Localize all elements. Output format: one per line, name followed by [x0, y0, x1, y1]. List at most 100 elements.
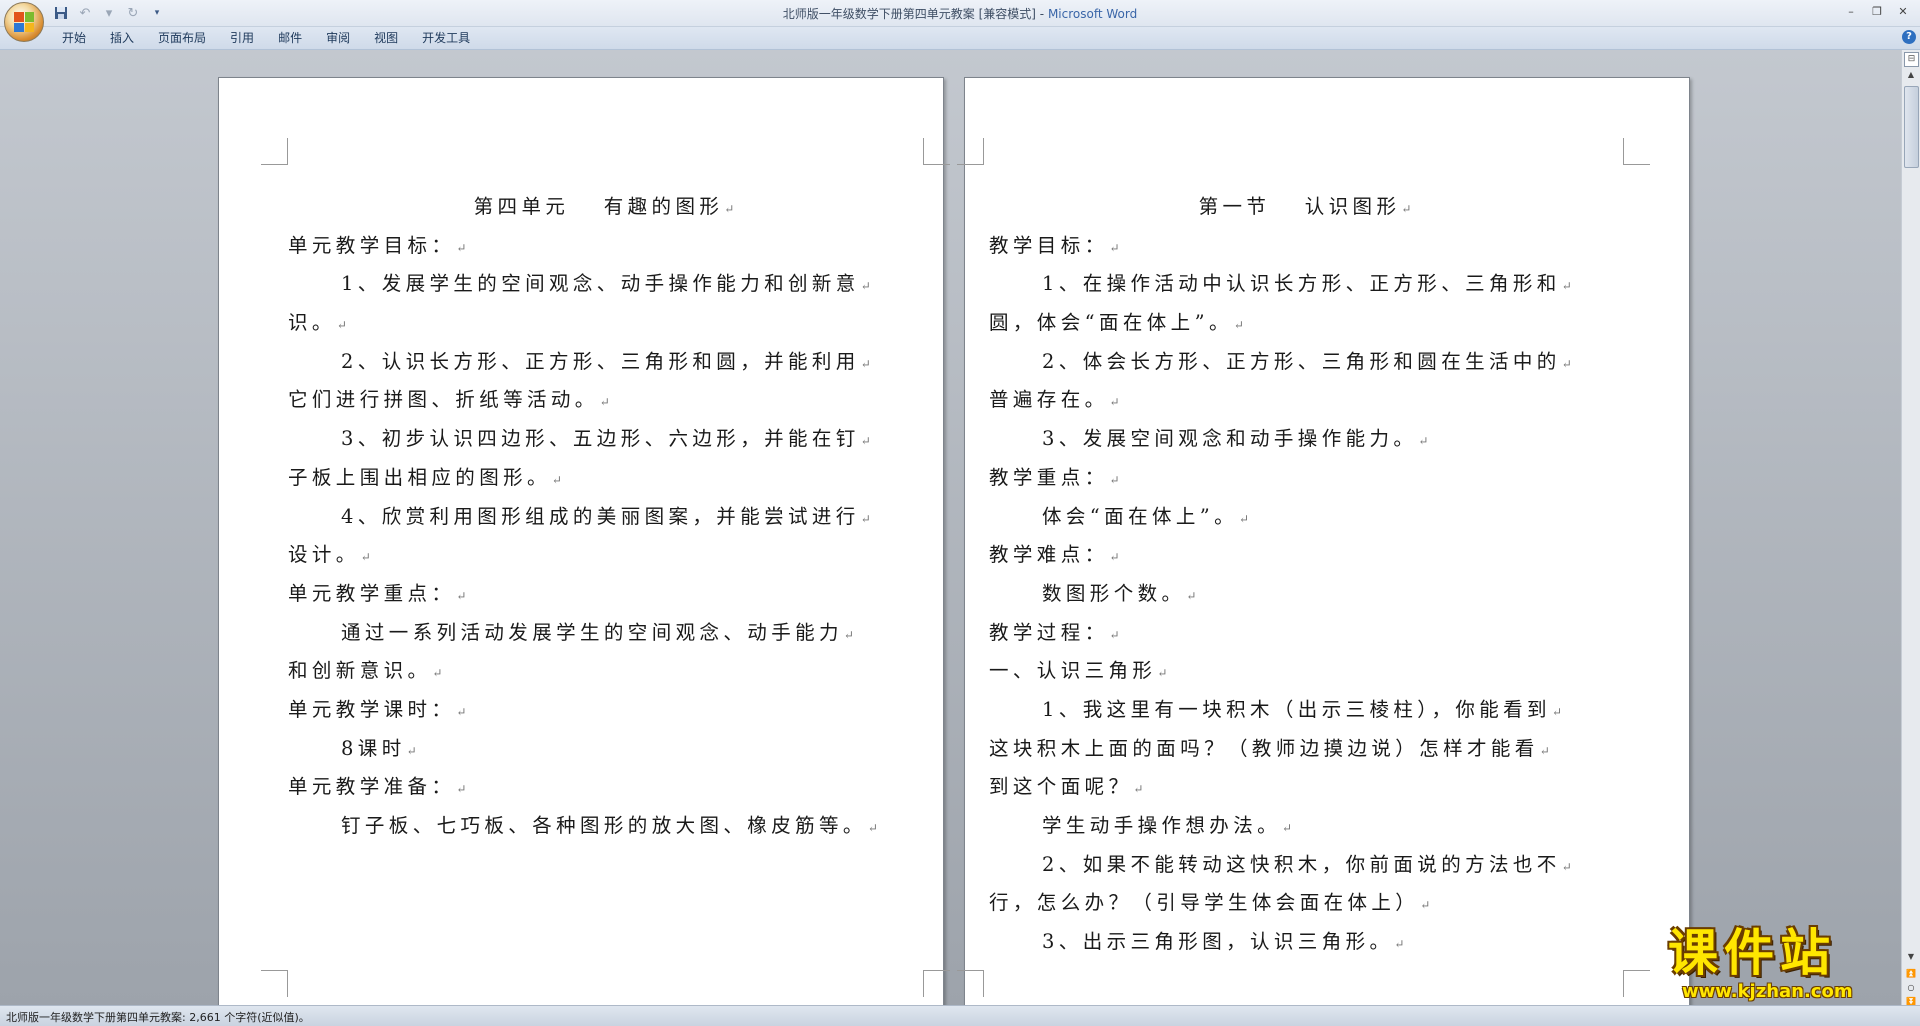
ribbon-tab[interactable]: 审阅 [314, 30, 362, 46]
paragraph-line[interactable]: 单元教学目标：↵ [288, 227, 920, 266]
ribbon-tab[interactable]: 开发工具 [410, 30, 482, 46]
line-text: 这块积木上面的面吗？（教师边摸边说）怎样才能看 [989, 736, 1539, 760]
paragraph-line[interactable]: 单元教学准备：↵ [288, 768, 920, 807]
paragraph-line[interactable]: 识。↵ [288, 304, 920, 343]
paragraph-mark-icon: ↵ [1109, 550, 1120, 565]
paragraph-line[interactable]: 第一节 认识图形↵ [989, 188, 1621, 227]
crop-mark [957, 970, 984, 997]
paragraph-line[interactable]: 单元教学课时：↵ [288, 691, 920, 730]
ribbon-tab[interactable]: 页面布局 [146, 30, 218, 46]
paragraph-line[interactable]: 它们进行拼图、折纸等活动。↵ [288, 381, 920, 420]
paragraph-line[interactable]: 一、认识三角形↵ [989, 652, 1621, 691]
ribbon-tabs: 开始 插入 页面布局 引用 邮件 审阅 视图 开发工具 ? [0, 27, 1920, 50]
page-right-text[interactable]: 第一节 认识图形↵ 教学目标：↵ 1、在操作活动中认识长方形、正方形、三角形和↵ 圆，… [989, 188, 1621, 962]
paragraph-mark-icon: ↵ [456, 704, 467, 719]
paragraph-mark-icon: ↵ [1418, 434, 1429, 449]
paragraph-mark-icon: ↵ [860, 356, 871, 371]
close-icon[interactable]: ✕ [1892, 2, 1914, 20]
paragraph-line[interactable]: 体会“面在体上”。↵ [989, 498, 1621, 537]
line-text: 钉子板、七巧板、各种图形的放大图、橡皮筋等。 [341, 814, 867, 837]
paragraph-line[interactable]: 4、欣赏利用图形组成的美丽图案，并能尝试进行↵ [288, 498, 920, 537]
paragraph-line[interactable]: 2、如果不能转动这快积木，你前面说的方法也不↵ [989, 846, 1621, 885]
paragraph-line[interactable]: 子板上围出相应的图形。↵ [288, 459, 920, 498]
ruler-toggle-icon[interactable]: ⊟ [1904, 52, 1919, 67]
paragraph-mark-icon: ↵ [860, 511, 871, 526]
line-text: 单元教学课时： [288, 697, 456, 721]
watermark-brand: 课件站 [1668, 924, 1836, 982]
paragraph-mark-icon: ↵ [1233, 318, 1244, 333]
ribbon-tab[interactable]: 开始 [50, 30, 98, 46]
paragraph-mark-icon: ↵ [1561, 279, 1572, 294]
document-area[interactable]: 第四单元 有趣的图形↵ 单元教学目标：↵ 1、发展学生的空间观念、动手操作能力和创新… [0, 50, 1902, 1005]
title-bar: ↶ ▾ ↻ ▾ 北师版一年级数学下册第四单元教案 [兼容模式] - Micros… [0, 0, 1920, 27]
paragraph-line[interactable]: 和创新意识。↵ [288, 652, 920, 691]
ribbon-tab[interactable]: 邮件 [266, 30, 314, 46]
paragraph-line[interactable]: 2、体会长方形、正方形、三角形和圆在生活中的↵ [989, 343, 1621, 382]
paragraph-line[interactable]: 3、发展空间观念和动手操作能力。↵ [989, 420, 1621, 459]
select-browse-object-icon[interactable]: ○ [1905, 982, 1917, 994]
paragraph-mark-icon: ↵ [1282, 821, 1293, 835]
paragraph-line[interactable]: 教学难点：↵ [989, 536, 1621, 575]
paragraph-line[interactable]: 3、出示三角形图，认识三角形。↵ [989, 923, 1621, 962]
paragraph-line[interactable]: 教学目标：↵ [989, 227, 1621, 266]
page-left-text[interactable]: 第四单元 有趣的图形↵ 单元教学目标：↵ 1、发展学生的空间观念、动手操作能力和创新… [288, 188, 920, 846]
paragraph-line[interactable]: 8课时↵ [288, 730, 920, 769]
watermark-logo: 课件站 www.kjzhan.com [1668, 925, 1898, 1003]
minimize-icon[interactable]: – [1840, 2, 1862, 20]
line-text: 数图形个数。 [1042, 581, 1186, 605]
paragraph-mark-icon: ↵ [1133, 782, 1144, 797]
line-text: 2、认识长方形、正方形、三角形和圆，并能利用 [341, 349, 860, 373]
crop-mark [1623, 138, 1650, 165]
line-text: 3、发展空间观念和动手操作能力。 [1042, 427, 1418, 451]
paragraph-line[interactable]: 第四单元 有趣的图形↵ [288, 188, 920, 227]
paragraph-line[interactable]: 学生动手操作想办法。↵ [989, 807, 1621, 846]
paragraph-line[interactable]: 圆，体会“面在体上”。↵ [989, 304, 1621, 343]
ribbon-tab[interactable]: 视图 [362, 30, 410, 46]
line-text: 到这个面呢？ [989, 775, 1133, 799]
restore-icon[interactable]: ❐ [1866, 2, 1888, 20]
scroll-thumb[interactable] [1904, 86, 1919, 168]
previous-page-icon[interactable]: ⏫ [1905, 968, 1917, 980]
line-text: 3、出示三角形图，认识三角形。 [1042, 930, 1394, 954]
paragraph-line[interactable]: 教学过程：↵ [989, 614, 1621, 653]
line-text: 它们进行拼图、折纸等活动。 [288, 388, 599, 412]
paragraph-mark-icon: ↵ [456, 240, 467, 255]
crop-mark [923, 138, 950, 165]
scroll-up-icon[interactable]: ▲ [1904, 68, 1918, 82]
paragraph-line[interactable]: 这块积木上面的面吗？（教师边摸边说）怎样才能看↵ [989, 730, 1621, 769]
ribbon-tab[interactable]: 插入 [98, 30, 146, 46]
page-left[interactable]: 第四单元 有趣的图形↵ 单元教学目标：↵ 1、发展学生的空间观念、动手操作能力和创新… [218, 77, 950, 1005]
line-text: 教学重点： [989, 465, 1109, 489]
office-button[interactable] [4, 2, 44, 42]
paragraph-line[interactable]: 普遍存在。↵ [989, 381, 1621, 420]
paragraph-mark-icon: ↵ [1551, 704, 1563, 719]
paragraph-line[interactable]: 单元教学重点：↵ [288, 575, 920, 614]
paragraph-line[interactable]: 行，怎么办？（引导学生体会面在体上）↵ [989, 884, 1621, 923]
page-right[interactable]: 第一节 认识图形↵ 教学目标：↵ 1、在操作活动中认识长方形、正方形、三角形和↵ 圆，… [957, 77, 1690, 1005]
paragraph-line[interactable]: 通过一系列活动发展学生的空间观念、动手能力↵ [288, 614, 920, 653]
paragraph-line[interactable]: 到这个面呢？↵ [989, 768, 1621, 807]
paragraph-line[interactable]: 1、发展学生的空间观念、动手操作能力和创新意↵ [288, 265, 920, 304]
line-text: 教学难点： [989, 543, 1109, 567]
paragraph-line[interactable]: 设计。↵ [288, 536, 920, 575]
paragraph-mark-icon: ↵ [551, 472, 562, 487]
paragraph-line[interactable]: 1、在操作活动中认识长方形、正方形、三角形和↵ [989, 265, 1621, 304]
line-text: 2、体会长方形、正方形、三角形和圆在生活中的 [1042, 349, 1561, 373]
paragraph-mark-icon: ↵ [406, 743, 417, 758]
title-separator: - [1035, 7, 1048, 21]
paragraph-line[interactable]: 数图形个数。↵ [989, 575, 1621, 614]
line-text: 2、如果不能转动这快积木，你前面说的方法也不 [1042, 852, 1561, 876]
paragraph-mark-icon: ↵ [1186, 588, 1197, 603]
paragraph-line[interactable]: 1、我这里有一块积木（出示三棱柱），你能看到↵ [989, 691, 1621, 730]
line-text: 1、我这里有一块积木（出示三棱柱），你能看到 [1042, 697, 1551, 721]
help-icon[interactable]: ? [1902, 30, 1916, 44]
status-text: 北师版一年级数学下册第四单元教案: 2,661 个字符(近似值)。 [6, 1011, 310, 1024]
scroll-down-icon[interactable]: ▼ [1904, 950, 1918, 964]
ribbon-tab[interactable]: 引用 [218, 30, 266, 46]
paragraph-mark-icon: ↵ [1561, 859, 1572, 874]
paragraph-line[interactable]: 钉子板、七巧板、各种图形的放大图、橡皮筋等。↵ [288, 807, 920, 846]
paragraph-line[interactable]: 教学重点：↵ [989, 459, 1621, 498]
vertical-scrollbar[interactable]: ⊟ ▲ ▼ ⏫ ○ ⏬ [1901, 50, 1920, 1006]
paragraph-line[interactable]: 3、初步认识四边形、五边形、六边形，并能在钉↵ [288, 420, 920, 459]
paragraph-line[interactable]: 2、认识长方形、正方形、三角形和圆，并能利用↵ [288, 343, 920, 382]
